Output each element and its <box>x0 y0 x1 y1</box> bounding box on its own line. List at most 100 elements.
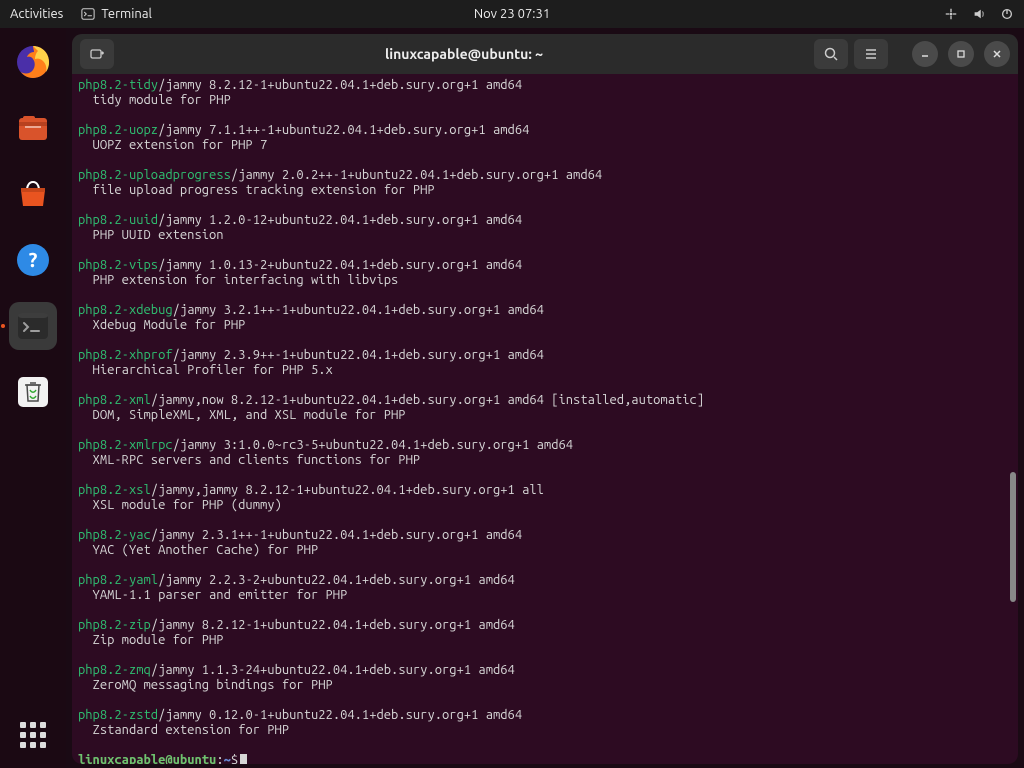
package-name: php8.2-uploadprogress <box>78 168 231 182</box>
minimize-button[interactable] <box>912 41 938 67</box>
package-meta: /jammy 3:1.0.0~rc3-5+ubuntu22.04.1+deb.s… <box>173 438 573 452</box>
package-entry: php8.2-xml/jammy,now 8.2.12-1+ubuntu22.0… <box>78 393 1012 408</box>
network-icon[interactable] <box>944 7 958 21</box>
package-name: php8.2-zmq <box>78 663 151 677</box>
terminal-output[interactable]: php8.2-tidy/jammy 8.2.12-1+ubuntu22.04.1… <box>72 74 1018 764</box>
package-meta: /jammy 2.2.3-2+ubuntu22.04.1+deb.sury.or… <box>158 573 515 587</box>
package-meta: /jammy 2.3.9++-1+ubuntu22.04.1+deb.sury.… <box>173 348 544 362</box>
package-description: YAML-1.1 parser and emitter for PHP <box>78 588 1012 603</box>
maximize-icon <box>955 48 967 60</box>
package-description: tidy module for PHP <box>78 93 1012 108</box>
package-description: PHP extension for interfacing with libvi… <box>78 273 1012 288</box>
package-name: php8.2-zstd <box>78 708 158 722</box>
package-description: Hierarchical Profiler for PHP 5.x <box>78 363 1012 378</box>
trash-icon <box>13 372 53 412</box>
package-entry: php8.2-uuid/jammy 1.2.0-12+ubuntu22.04.1… <box>78 213 1012 228</box>
package-meta: /jammy 1.2.0-12+ubuntu22.04.1+deb.sury.o… <box>158 213 522 227</box>
package-name: php8.2-xml <box>78 393 151 407</box>
package-description: Zip module for PHP <box>78 633 1012 648</box>
package-meta: /jammy 3.2.1++-1+ubuntu22.04.1+deb.sury.… <box>173 303 544 317</box>
dock-trash[interactable] <box>9 368 57 416</box>
package-entry: php8.2-zmq/jammy 1.1.3-24+ubuntu22.04.1+… <box>78 663 1012 678</box>
package-description: Zstandard extension for PHP <box>78 723 1012 738</box>
terminal-app-icon <box>15 308 51 344</box>
package-meta: /jammy 1.0.13-2+ubuntu22.04.1+deb.sury.o… <box>158 258 522 272</box>
active-app-name: Terminal <box>101 7 152 21</box>
package-meta: /jammy 2.0.2++-1+ubuntu22.04.1+deb.sury.… <box>231 168 602 182</box>
package-description: PHP UUID extension <box>78 228 1012 243</box>
package-name: php8.2-vips <box>78 258 158 272</box>
package-meta: /jammy 7.1.1++-1+ubuntu22.04.1+deb.sury.… <box>158 123 529 137</box>
search-icon <box>823 46 839 62</box>
package-entry: php8.2-tidy/jammy 8.2.12-1+ubuntu22.04.1… <box>78 78 1012 93</box>
package-name: php8.2-tidy <box>78 78 158 92</box>
window-title: linuxcapable@ubuntu: ~ <box>120 46 808 62</box>
dock-help[interactable]: ? <box>9 236 57 284</box>
package-entry: php8.2-xsl/jammy,jammy 8.2.12-1+ubuntu22… <box>78 483 1012 498</box>
package-name: php8.2-uopz <box>78 123 158 137</box>
package-entry: php8.2-xmlrpc/jammy 3:1.0.0~rc3-5+ubuntu… <box>78 438 1012 453</box>
package-meta: /jammy 1.1.3-24+ubuntu22.04.1+deb.sury.o… <box>151 663 515 677</box>
package-entry: php8.2-zip/jammy 8.2.12-1+ubuntu22.04.1+… <box>78 618 1012 633</box>
titlebar: linuxcapable@ubuntu: ~ <box>72 34 1018 74</box>
package-name: php8.2-yaml <box>78 573 158 587</box>
package-name: php8.2-xhprof <box>78 348 173 362</box>
cursor <box>240 754 247 764</box>
dock-files[interactable] <box>9 104 57 152</box>
new-tab-button[interactable] <box>80 39 114 69</box>
dock: ? <box>0 28 66 768</box>
maximize-button[interactable] <box>948 41 974 67</box>
new-tab-icon <box>89 46 105 62</box>
package-description: UOPZ extension for PHP 7 <box>78 138 1012 153</box>
software-icon <box>13 174 53 214</box>
show-applications-button[interactable] <box>20 722 46 748</box>
package-entry: php8.2-vips/jammy 1.0.13-2+ubuntu22.04.1… <box>78 258 1012 273</box>
dock-terminal[interactable] <box>9 302 57 350</box>
package-description: XSL module for PHP (dummy) <box>78 498 1012 513</box>
package-description: DOM, SimpleXML, XML, and XSL module for … <box>78 408 1012 423</box>
package-description: Xdebug Module for PHP <box>78 318 1012 333</box>
close-icon <box>991 48 1003 60</box>
clock[interactable]: Nov 23 07:31 <box>474 7 550 21</box>
help-icon: ? <box>13 240 53 280</box>
dock-firefox[interactable] <box>9 38 57 86</box>
package-description: ZeroMQ messaging bindings for PHP <box>78 678 1012 693</box>
package-entry: php8.2-yac/jammy 2.3.1++-1+ubuntu22.04.1… <box>78 528 1012 543</box>
search-button[interactable] <box>814 39 848 69</box>
volume-icon[interactable] <box>972 7 986 21</box>
prompt-user-host: linuxcapable@ubuntu <box>78 753 216 764</box>
package-description: file upload progress tracking extension … <box>78 183 1012 198</box>
package-description: YAC (Yet Another Cache) for PHP <box>78 543 1012 558</box>
dock-software[interactable] <box>9 170 57 218</box>
package-entry: php8.2-xhprof/jammy 2.3.9++-1+ubuntu22.0… <box>78 348 1012 363</box>
svg-text:?: ? <box>29 248 38 271</box>
minimize-icon <box>919 48 931 60</box>
files-icon <box>13 108 53 148</box>
package-name: php8.2-xdebug <box>78 303 173 317</box>
terminal-window: linuxcapable@ubuntu: ~ php8.2-tidy/jammy… <box>72 34 1018 764</box>
package-entry: php8.2-xdebug/jammy 3.2.1++-1+ubuntu22.0… <box>78 303 1012 318</box>
terminal-icon <box>81 7 95 21</box>
prompt[interactable]: linuxcapable@ubuntu:~$ <box>78 753 1012 764</box>
top-bar: Activities Terminal Nov 23 07:31 <box>0 0 1024 28</box>
active-app-indicator[interactable]: Terminal <box>81 7 152 21</box>
package-meta: /jammy 8.2.12-1+ubuntu22.04.1+deb.sury.o… <box>151 618 515 632</box>
package-meta: /jammy 2.3.1++-1+ubuntu22.04.1+deb.sury.… <box>151 528 522 542</box>
activities-button[interactable]: Activities <box>10 7 63 21</box>
package-name: php8.2-xmlrpc <box>78 438 173 452</box>
package-meta: /jammy,jammy 8.2.12-1+ubuntu22.04.1+deb.… <box>151 483 544 497</box>
close-button[interactable] <box>984 41 1010 67</box>
hamburger-icon <box>863 46 879 62</box>
package-entry: php8.2-yaml/jammy 2.2.3-2+ubuntu22.04.1+… <box>78 573 1012 588</box>
package-name: php8.2-yac <box>78 528 151 542</box>
package-name: php8.2-xsl <box>78 483 151 497</box>
menu-button[interactable] <box>854 39 888 69</box>
package-description: XML-RPC servers and clients functions fo… <box>78 453 1012 468</box>
package-name: php8.2-zip <box>78 618 151 632</box>
firefox-icon <box>13 42 53 82</box>
package-meta: /jammy 0.12.0-1+ubuntu22.04.1+deb.sury.o… <box>158 708 522 722</box>
package-entry: php8.2-uploadprogress/jammy 2.0.2++-1+ub… <box>78 168 1012 183</box>
power-icon[interactable] <box>1000 7 1014 21</box>
prompt-path: ~ <box>224 753 231 764</box>
scrollbar-thumb[interactable] <box>1010 472 1016 602</box>
